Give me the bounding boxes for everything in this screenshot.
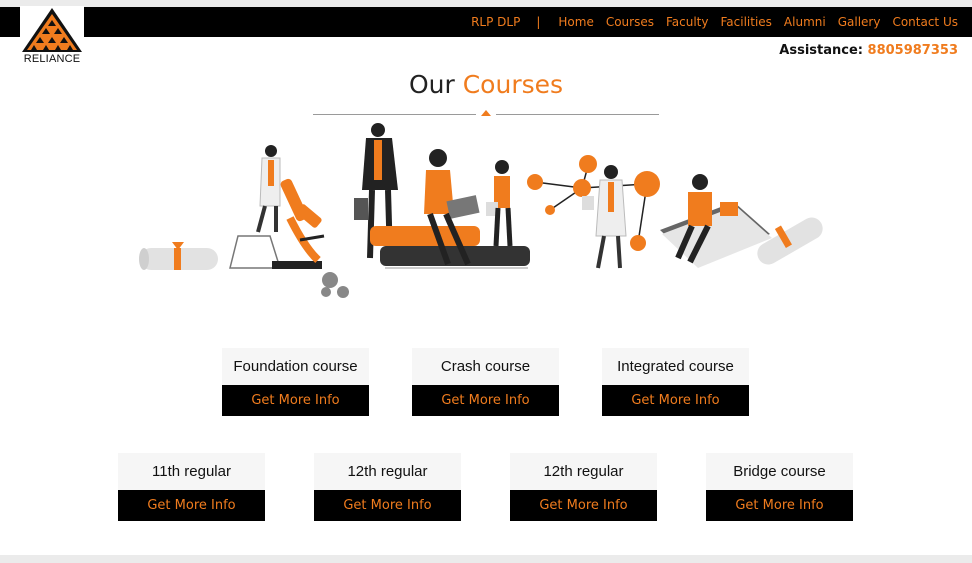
course-card-12th-regular-2: 12th regular Get More Info	[510, 453, 657, 521]
gears-icon	[321, 272, 349, 298]
open-book-icon	[660, 202, 772, 268]
course-title: Crash course	[412, 348, 559, 385]
nav-link-rlp-dlp[interactable]: RLP DLP	[471, 15, 520, 29]
get-more-info-button[interactable]: Get More Info	[602, 385, 749, 416]
course-title: Integrated course	[602, 348, 749, 385]
heading-divider-arrow	[481, 110, 491, 116]
nav-link-contact-us[interactable]: Contact Us	[892, 15, 958, 29]
scientist-figure-right	[582, 165, 627, 269]
diploma-scroll-left-icon	[139, 242, 218, 270]
scientist-figure-left	[256, 145, 281, 233]
assistance-info: Assistance: 8805987353	[779, 43, 958, 58]
logo-triangle-icon	[22, 8, 82, 52]
nav-link-facilities[interactable]: Facilities	[720, 15, 771, 29]
nav-link-courses[interactable]: Courses	[606, 15, 654, 29]
get-more-info-button[interactable]: Get More Info	[412, 385, 559, 416]
course-card-11th-regular: 11th regular Get More Info	[118, 453, 265, 521]
assistance-phone[interactable]: 8805987353	[868, 43, 958, 58]
nav-link-gallery[interactable]: Gallery	[838, 15, 881, 29]
nav-link-faculty[interactable]: Faculty	[666, 15, 709, 29]
course-card-12th-regular: 12th regular Get More Info	[314, 453, 461, 521]
get-more-info-button[interactable]: Get More Info	[314, 490, 461, 521]
nav-link-home[interactable]: Home	[558, 15, 593, 29]
heading-prefix: Our	[408, 70, 455, 99]
course-title: Foundation course	[222, 348, 369, 385]
heading-divider-left	[313, 114, 476, 115]
nav-separator: |	[536, 15, 541, 29]
top-navbar: RLP DLP | Home Courses Faculty Facilitie…	[0, 7, 972, 37]
course-title: 12th regular	[314, 453, 461, 490]
reliance-logo[interactable]: RELIANCE	[20, 6, 84, 68]
heading-accent: Courses	[462, 70, 564, 99]
course-title: 11th regular	[118, 453, 265, 490]
course-card-foundation: Foundation course Get More Info	[222, 348, 369, 416]
child-figure	[486, 160, 513, 247]
course-card-crash: Crash course Get More Info	[412, 348, 559, 416]
get-more-info-button[interactable]: Get More Info	[706, 490, 853, 521]
course-card-bridge: Bridge course Get More Info	[706, 453, 853, 521]
top-strip	[0, 0, 972, 7]
nav-link-alumni[interactable]: Alumni	[784, 15, 826, 29]
get-more-info-button[interactable]: Get More Info	[510, 490, 657, 521]
hero-illustration	[130, 118, 840, 308]
assistance-label: Assistance:	[779, 43, 863, 58]
get-more-info-button[interactable]: Get More Info	[222, 385, 369, 416]
bottom-strip	[0, 555, 972, 563]
get-more-info-button[interactable]: Get More Info	[118, 490, 265, 521]
nav-links: RLP DLP | Home Courses Faculty Facilitie…	[459, 7, 958, 37]
section-heading: Our Courses	[0, 70, 972, 99]
course-title: Bridge course	[706, 453, 853, 490]
heading-divider-right	[496, 114, 659, 115]
logo-text: RELIANCE	[23, 53, 81, 65]
course-title: 12th regular	[510, 453, 657, 490]
course-card-integrated: Integrated course Get More Info	[602, 348, 749, 416]
